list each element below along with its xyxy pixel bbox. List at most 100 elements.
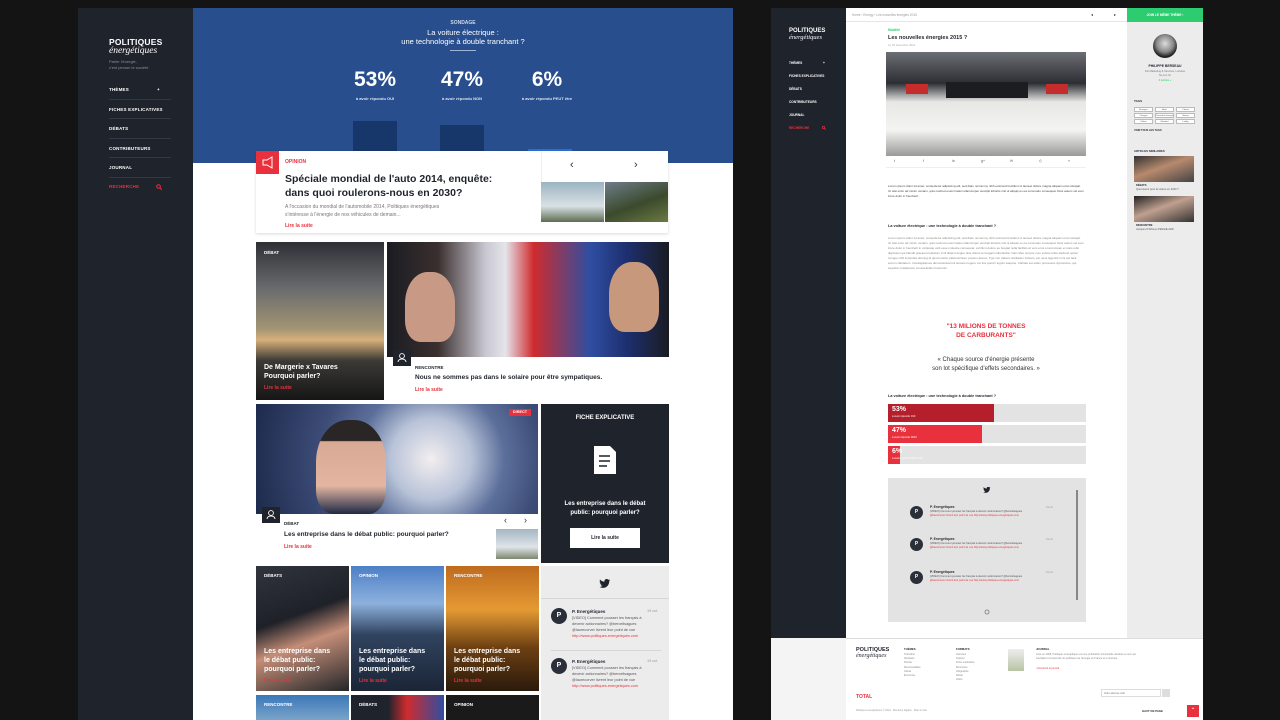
fiche-read-more-button[interactable]: Lire la suite bbox=[570, 528, 640, 548]
thumb-solar-field[interactable] bbox=[605, 182, 668, 222]
next-arrow-icon[interactable]: › bbox=[524, 515, 527, 525]
feature-card[interactable]: OPINION Spéciale mondial de l'auto 2014,… bbox=[256, 151, 668, 233]
small-tile-2[interactable]: OPINION Les entreprise dans le débat pub… bbox=[351, 566, 444, 691]
share-icon-4[interactable]: ✉ bbox=[1010, 159, 1013, 163]
crumb-home[interactable]: Home bbox=[852, 13, 861, 17]
tile-debat-direct[interactable]: DIRECT DÉBAT Les entreprise dans le déba… bbox=[256, 404, 538, 563]
feature-read-more[interactable]: Lire la suite bbox=[285, 223, 313, 229]
footer-link[interactable]: Pétrole bbox=[904, 661, 912, 664]
back-to-top-icon[interactable]: ⌃ bbox=[1187, 705, 1199, 717]
tile-title-line2[interactable]: le débat public: bbox=[454, 657, 505, 666]
tweet-text-line2[interactable]: @laurecorver livrent leur point de vue h… bbox=[930, 514, 1019, 518]
thumb-turbine[interactable] bbox=[496, 529, 538, 559]
tile-read-more[interactable]: Lire la suite bbox=[264, 385, 292, 391]
newsletter-submit-button[interactable] bbox=[1162, 689, 1170, 697]
footer-link[interactable]: Rencontre bbox=[956, 666, 968, 669]
footer-link[interactable]: Fiche explicative bbox=[956, 661, 974, 664]
footer-link[interactable]: Nucléaire bbox=[904, 657, 915, 660]
similar-title[interactable]: Jacques D'Affroux d'ENGIE-GDF bbox=[1136, 228, 1174, 231]
next-arrow-icon[interactable]: › bbox=[634, 159, 638, 171]
tile-title-line1[interactable]: Les entreprise dans bbox=[454, 648, 520, 657]
sponsor-logo[interactable]: TOTAL bbox=[856, 694, 872, 700]
tile-rencontre[interactable]: RENCONTRE Nous ne sommes pas dans le sol… bbox=[387, 242, 669, 400]
share-icon-5[interactable]: ⎙ bbox=[1039, 159, 1042, 163]
next-arrow-icon[interactable]: ▸ bbox=[1114, 12, 1116, 17]
bottom-tile-2[interactable]: DÉBATS bbox=[351, 695, 444, 720]
tile-title-line1[interactable]: De Margerie x Tavares bbox=[264, 364, 338, 373]
footer-link[interactable]: Infographie bbox=[956, 670, 969, 673]
tile-title[interactable]: Nous ne sommes pas dans le solaire pour … bbox=[415, 374, 602, 381]
tweet-link[interactable]: http://www.politiques-energetiques.com bbox=[572, 684, 638, 690]
similar-thumb-1[interactable] bbox=[1134, 156, 1194, 182]
tile-read-more[interactable]: Lire la suite bbox=[359, 678, 387, 684]
bottom-tile-1[interactable]: RENCONTRE bbox=[256, 695, 349, 720]
tile-title-line1[interactable]: Les entreprise dans bbox=[264, 648, 330, 657]
crumb-energy[interactable]: Energy bbox=[863, 13, 873, 17]
twitter-icon[interactable] bbox=[983, 486, 991, 493]
footer-logo[interactable]: POLITIQUES énergétiques bbox=[856, 647, 889, 659]
refresh-icon[interactable] bbox=[984, 609, 990, 615]
tweet-text-line2[interactable]: @laurecorver livrent leur point de vue h… bbox=[930, 546, 1019, 550]
prev-arrow-icon[interactable]: ‹ bbox=[504, 515, 507, 525]
tag-chip[interactable]: Climat bbox=[1176, 107, 1195, 112]
journal-cover[interactable] bbox=[1008, 649, 1024, 671]
avatar[interactable]: P bbox=[551, 658, 567, 674]
author-avatar[interactable] bbox=[1153, 34, 1177, 58]
footer-link[interactable]: Transition bbox=[904, 653, 915, 656]
footer-link[interactable]: Interview bbox=[956, 653, 966, 656]
nav-debats[interactable]: DÉBATS bbox=[789, 87, 802, 91]
tweet-author[interactable]: P. Energétiques bbox=[572, 659, 605, 664]
prev-arrow-icon[interactable]: ‹ bbox=[570, 159, 574, 171]
tag-chip[interactable]: Auto bbox=[1155, 107, 1174, 112]
nav-debats[interactable]: DÉBATS bbox=[109, 126, 128, 131]
nav-themes[interactable]: THÈMES bbox=[109, 87, 129, 92]
footer-link[interactable]: Vidéo bbox=[956, 678, 962, 681]
tile-title-line3[interactable]: pourquoi parler? bbox=[454, 666, 510, 675]
tile-read-more[interactable]: Lire la suite bbox=[284, 544, 312, 550]
thumb-wind-turbines[interactable] bbox=[541, 182, 604, 222]
plus-icon[interactable]: + bbox=[157, 87, 160, 92]
tile-title-line1[interactable]: Les entreprise dans bbox=[359, 648, 425, 657]
author-name[interactable]: PHILIPPE BERSEAU bbox=[1127, 64, 1203, 68]
prev-arrow-icon[interactable]: ◂ bbox=[1091, 12, 1093, 17]
tile-read-more[interactable]: Lire la suite bbox=[415, 387, 443, 393]
nav-recherche[interactable]: RECHERCHE bbox=[109, 184, 139, 189]
share-icon-0[interactable]: t bbox=[894, 159, 895, 163]
similar-title[interactable]: Quel avenir pour la voiture en 2030 ? bbox=[1136, 188, 1179, 191]
nav-themes[interactable]: THÈMES bbox=[789, 61, 802, 65]
search-icon[interactable] bbox=[822, 126, 826, 130]
bottom-tile-3[interactable]: OPINION bbox=[446, 695, 539, 720]
tag-chip[interactable]: Voiture bbox=[1176, 113, 1195, 118]
tag-chip[interactable]: Charges bbox=[1134, 113, 1153, 118]
back-to-top-link[interactable]: HAUT DE PAGE bbox=[1142, 709, 1163, 713]
tile-read-more[interactable]: Lire la suite bbox=[264, 678, 292, 684]
twitter-icon[interactable] bbox=[599, 578, 611, 588]
small-tile-1[interactable]: DÉBATS Les entreprise dans le débat publ… bbox=[256, 566, 349, 691]
tag-chip[interactable]: Débat bbox=[1134, 119, 1153, 124]
avatar[interactable]: P bbox=[910, 506, 923, 519]
tile-title-line2[interactable]: le débat public: bbox=[359, 657, 410, 666]
footer-journal-link[interactable]: › Découvrir le journal bbox=[1036, 667, 1059, 670]
follow-theme-button[interactable]: JOIN LE MÊME THÈME › bbox=[1127, 8, 1203, 22]
tile-title-line2[interactable]: le débat public: bbox=[264, 657, 315, 666]
small-tile-3[interactable]: RENCONTRE Les entreprise dans le débat p… bbox=[446, 566, 539, 691]
tile-title-line3[interactable]: pourquoi parler? bbox=[359, 666, 415, 675]
nav-contributeurs[interactable]: CONTRIBUTEURS bbox=[109, 146, 151, 151]
nav-contributeurs[interactable]: CONTRIBUTEURS bbox=[789, 100, 817, 104]
tag-chip[interactable]: Energies bbox=[1134, 107, 1153, 112]
tweet-author[interactable]: P. Energétiques bbox=[930, 537, 955, 541]
plus-icon[interactable]: + bbox=[823, 61, 825, 65]
avatar[interactable]: P bbox=[910, 538, 923, 551]
author-articles-link[interactable]: 3 articles » bbox=[1127, 79, 1203, 82]
share-icon-6[interactable]: « bbox=[1068, 159, 1070, 163]
site-logo[interactable]: POLITIQUES énergétiques bbox=[109, 38, 162, 56]
share-icon-3[interactable]: g+ bbox=[981, 159, 985, 163]
tweet-author[interactable]: P. Energétiques bbox=[572, 609, 605, 614]
footer-link[interactable]: Économie bbox=[904, 674, 915, 677]
tag-chip[interactable]: Transition énergétique bbox=[1155, 113, 1174, 118]
nav-fiches[interactable]: FICHES EXPLICATIVES bbox=[109, 107, 163, 112]
nav-journal[interactable]: JOURNAL bbox=[109, 165, 132, 170]
tweet-author[interactable]: P. Energétiques bbox=[930, 505, 955, 509]
avatar[interactable]: P bbox=[910, 571, 923, 584]
tile-read-more[interactable]: Lire la suite bbox=[454, 678, 482, 684]
